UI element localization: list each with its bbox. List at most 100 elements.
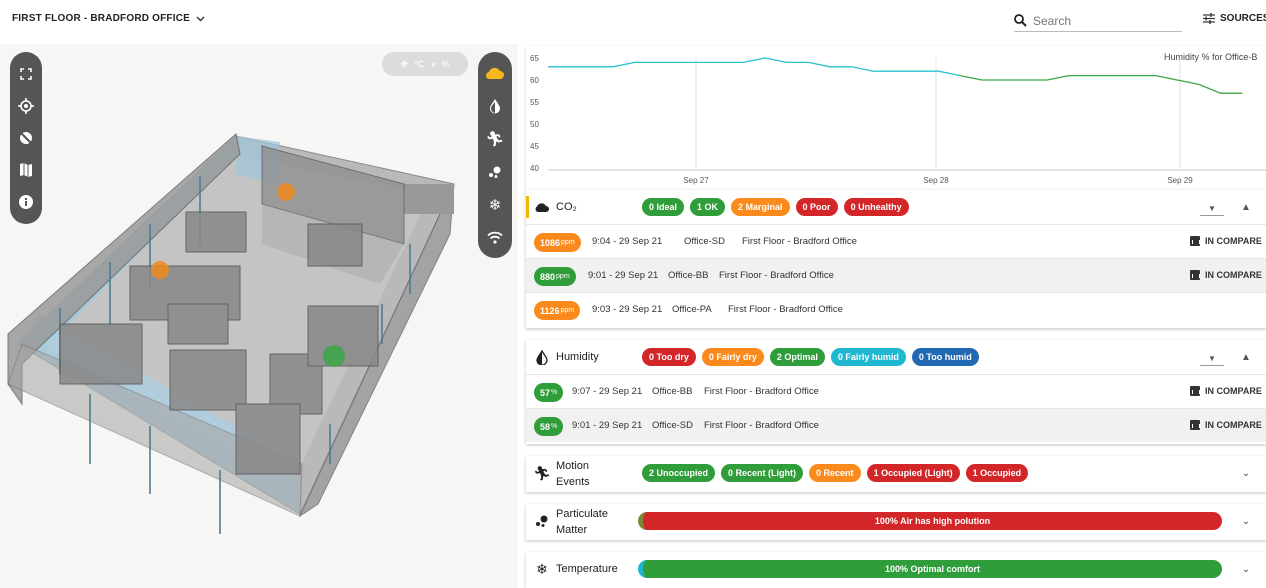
percent-icon[interactable]: % [442,59,450,69]
compare-label: IN COMPARE [1205,236,1262,246]
chevron-up-icon[interactable]: ▲ [1238,199,1254,215]
co2-row[interactable]: 1086 ppm 9:04 - 29 Sep 21 Office-SD First… [526,224,1266,258]
motion-icon[interactable]: 🏃︎ [484,128,506,150]
particulate-icon[interactable] [484,161,506,183]
title-line: Particulate [556,508,608,520]
chip-marginal[interactable]: 2 Marginal [731,198,790,216]
in-compare-button[interactable]: IN COMPARE [1190,420,1262,430]
particulate-bar[interactable]: 100% Air has high polution [638,512,1222,530]
chevron-down-icon[interactable]: ⌄ [1238,561,1254,577]
floor-selector[interactable]: FIRST FLOOR - BRADFORD OFFICE [12,13,205,24]
chip-too-dry[interactable]: 0 Too dry [642,348,696,366]
right-pane: Humidity % for Office-B 65 60 55 50 45 40 Sep … [526,44,1266,588]
co2-header[interactable]: CO₂ 0 Ideal 1 OK 2 Marginal 0 Poor 0 Unh… [526,190,1266,224]
badge-unit: ppm [556,273,570,280]
fullscreen-icon[interactable] [15,63,37,85]
chip-fairly-dry[interactable]: 0 Fairly dry [701,348,764,366]
cloud-icon[interactable] [484,62,506,84]
celsius-icon[interactable]: ℃ [414,59,424,70]
drop-icon[interactable]: ◑ [430,59,435,69]
co2-value-badge: 1126 ppm [534,301,581,320]
search-box[interactable] [1014,10,1182,32]
bar-label: 100% Air has high polution [874,516,991,526]
in-compare-button[interactable]: IN COMPARE [1190,386,1262,396]
chevron-down-icon[interactable]: ⌄ [1238,465,1254,481]
row-location: First Floor - Bradford Office [719,270,834,281]
row-location: First Floor - Bradford Office [704,420,819,431]
row-location: First Floor - Bradford Office [728,304,843,315]
badge-unit: % [551,389,558,396]
particulate-header[interactable]: Particulate Matter 100% Air has high polu… [526,504,1266,538]
badge-value: 880 [540,271,556,282]
x-tick-label: Sep 29 [1167,176,1193,185]
locate-icon[interactable] [15,95,37,117]
wifi-icon[interactable] [484,227,506,249]
active-indicator [526,196,529,218]
motion-card[interactable]: 🏃︎ Motion Events 2 Unoccupied 0 Recent (L… [526,456,1266,492]
motion-chips: 2 Unoccupied 0 Recent (Light) 0 Recent 1… [642,464,1029,482]
motion-title: Motion Events [556,458,590,490]
floor-model[interactable] [0,44,518,588]
co2-value-badge: 1086 ppm [534,233,581,252]
co2-value-badge: 880 ppm [534,267,576,286]
sensor-marker [151,261,169,279]
title-line: Events [556,476,590,488]
humidity-value-badge: 58% [534,417,564,436]
temperature-bar[interactable]: 100% Optimal comfort [638,560,1222,578]
sources-button[interactable]: SOURCES [1203,13,1266,24]
chip-poor[interactable]: 0 Poor [795,198,838,216]
co2-row[interactable]: 1126 ppm 9:03 - 29 Sep 21 Office-PA First… [526,292,1266,326]
search-input[interactable] [1033,13,1173,28]
chart-plot[interactable]: 65 60 55 50 45 40 Sep 27 Sep 28 Sep 29 [526,46,1266,186]
view-toolbar [10,52,42,224]
compare-label: IN COMPARE [1205,270,1262,280]
row-sensor: Office-SD [652,420,694,431]
floor-3d-view[interactable]: ✥ ℃ ◑ % 🏃︎ ❄ [0,44,518,588]
drop-icon [534,349,550,365]
chevron-down-icon[interactable]: ⌄ [1238,513,1254,529]
title-line: Matter [556,524,588,536]
chip-fairly-humid[interactable]: 0 Fairly humid [830,348,906,366]
drop-icon[interactable] [484,95,506,117]
sort-dropdown[interactable]: ▼ [1200,204,1224,216]
row-sensor: Office-BB [668,270,709,281]
chip-occupied[interactable]: 1 Occupied [965,464,1029,482]
chevron-up-icon[interactable]: ▲ [1238,349,1254,365]
row-time: 9:01 - 29 Sep 21 [572,420,643,431]
in-compare-button[interactable]: IN COMPARE [1190,236,1262,246]
humidity-header[interactable]: Humidity 0 Too dry 0 Fairly dry 2 Optima… [526,340,1266,374]
particulate-card[interactable]: Particulate Matter 100% Air has high polu… [526,504,1266,540]
co2-row[interactable]: 880 ppm 9:01 - 29 Sep 21 Office-BB First … [526,258,1266,292]
in-compare-button[interactable]: IN COMPARE [1190,270,1262,280]
sources-label: SOURCES [1220,13,1266,24]
snowflake-icon[interactable]: ❄ [484,194,506,216]
layer-toggle-bar[interactable]: ✥ ℃ ◑ % [382,52,468,76]
temperature-header[interactable]: ❄ Temperature 100% Optimal comfort ⌄ [526,552,1266,586]
temperature-card[interactable]: ❄ Temperature 100% Optimal comfort ⌄ [526,552,1266,588]
humidity-row[interactable]: 57% 9:07 - 29 Sep 21 Office-BB First Flo… [526,374,1266,408]
chip-occupied-light[interactable]: 1 Occupied (Light) [866,464,960,482]
chip-optimal[interactable]: 2 Optimal [769,348,825,366]
humidity-row[interactable]: 58% 9:01 - 29 Sep 21 Office-SD First Flo… [526,408,1266,442]
no-location-icon[interactable] [15,127,37,149]
chip-ok[interactable]: 1 OK [690,198,726,216]
chip-unhealthy[interactable]: 0 Unhealthy [843,198,909,216]
y-tick-label: 50 [530,120,539,129]
sort-dropdown[interactable]: ▼ [1200,354,1224,366]
chip-unoccupied[interactable]: 2 Unoccupied [642,464,716,482]
co2-card: CO₂ 0 Ideal 1 OK 2 Marginal 0 Poor 0 Unh… [526,190,1266,328]
chip-ideal[interactable]: 0 Ideal [642,198,685,216]
map-icon[interactable] [15,159,37,181]
co2-title: CO₂ [556,201,577,213]
chip-recent-light[interactable]: 0 Recent (Light) [721,464,804,482]
badge-value: 58 [540,421,551,432]
chip-recent[interactable]: 0 Recent [809,464,861,482]
motion-header[interactable]: 🏃︎ Motion Events 2 Unoccupied 0 Recent (L… [526,456,1266,490]
humidity-chips: 0 Too dry 0 Fairly dry 2 Optimal 0 Fairl… [642,348,979,366]
wind-icon[interactable]: ✥ [400,59,408,70]
row-location: First Floor - Bradford Office [704,386,819,397]
chip-too-humid[interactable]: 0 Too humid [911,348,979,366]
x-tick-label: Sep 27 [683,176,709,185]
humidity-chart[interactable]: Humidity % for Office-B 65 60 55 50 45 40 Sep … [526,46,1266,190]
info-icon[interactable] [15,191,37,213]
